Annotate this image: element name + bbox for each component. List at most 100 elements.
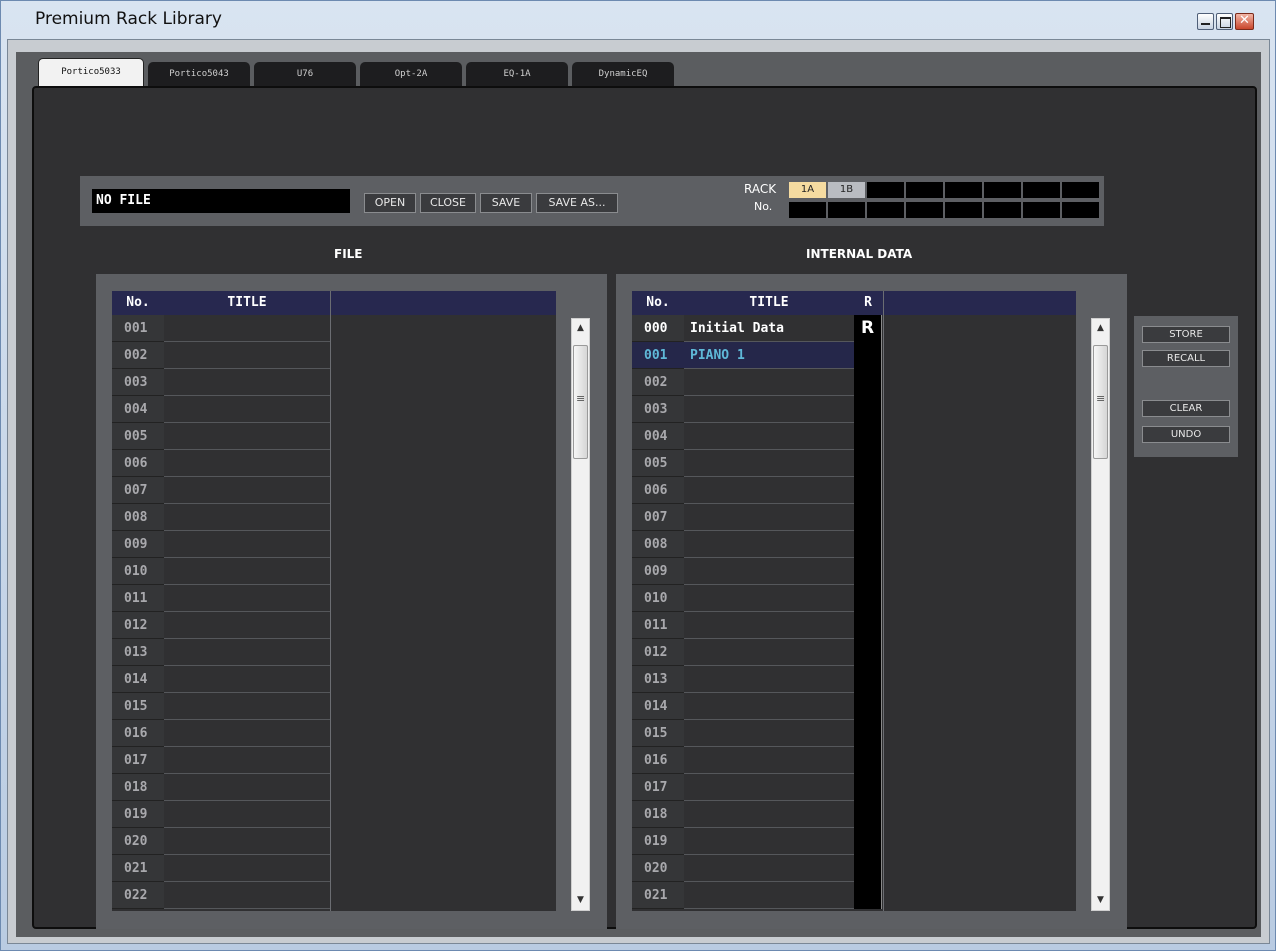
table-row[interactable]: 004: [112, 396, 330, 423]
table-row[interactable]: 018: [632, 801, 883, 828]
table-row[interactable]: 009: [632, 558, 883, 585]
table-row[interactable]: 016: [112, 720, 330, 747]
table-row[interactable]: 015: [632, 720, 883, 747]
table-row[interactable]: 009: [112, 531, 330, 558]
table-row[interactable]: 002: [632, 369, 883, 396]
tab-portico5043[interactable]: Portico5043: [148, 62, 250, 86]
open-button[interactable]: OPEN: [364, 193, 416, 213]
table-row[interactable]: 018: [112, 774, 330, 801]
row-recall-protect[interactable]: [854, 558, 882, 585]
table-row[interactable]: 014: [112, 666, 330, 693]
row-recall-protect[interactable]: [854, 693, 882, 720]
table-row[interactable]: 010: [632, 585, 883, 612]
minimize-icon[interactable]: [1197, 13, 1214, 30]
table-row[interactable]: 008: [112, 504, 330, 531]
row-recall-protect[interactable]: [854, 774, 882, 801]
table-row[interactable]: 021: [112, 855, 330, 882]
table-row[interactable]: 017: [112, 747, 330, 774]
tab-portico5033[interactable]: Portico5033: [38, 58, 144, 88]
rack-slot-1a[interactable]: 1A: [789, 182, 826, 198]
scroll-up-icon[interactable]: ▲: [572, 319, 589, 338]
rack-slot[interactable]: [984, 182, 1021, 198]
table-row[interactable]: 011: [112, 585, 330, 612]
scroll-thumb[interactable]: [1093, 345, 1108, 459]
row-recall-protect[interactable]: [854, 531, 882, 558]
rack-slot[interactable]: [906, 182, 943, 198]
close-icon[interactable]: [1235, 13, 1254, 30]
scroll-down-icon[interactable]: ▼: [1092, 891, 1109, 910]
table-row[interactable]: 007: [112, 477, 330, 504]
internal-data-list[interactable]: No. TITLE R 000 Initial Data R 001 PIANO 1 00…: [632, 291, 1076, 911]
tab-dynamiceq[interactable]: DynamicEQ: [572, 62, 674, 86]
table-row[interactable]: 015: [112, 693, 330, 720]
row-recall-protect[interactable]: [854, 720, 882, 747]
row-recall-protect[interactable]: [854, 423, 882, 450]
store-button[interactable]: STORE: [1142, 326, 1230, 343]
table-row[interactable]: 019: [632, 828, 883, 855]
row-recall-protect[interactable]: [854, 855, 882, 882]
rack-slot[interactable]: [1062, 182, 1099, 198]
tab-u76[interactable]: U76: [254, 62, 356, 86]
table-row[interactable]: 013: [112, 639, 330, 666]
row-recall-protect[interactable]: [854, 396, 882, 423]
table-row[interactable]: 012: [112, 612, 330, 639]
table-row[interactable]: 003: [632, 396, 883, 423]
row-recall-protect[interactable]: [854, 882, 882, 909]
tab-eq-1a[interactable]: EQ-1A: [466, 62, 568, 86]
row-recall-protect[interactable]: [854, 828, 882, 855]
rack-slot[interactable]: [945, 182, 982, 198]
maximize-icon[interactable]: [1216, 13, 1233, 30]
file-scrollbar[interactable]: ▲ ▼: [571, 318, 590, 911]
recall-button[interactable]: RECALL: [1142, 350, 1230, 367]
table-row[interactable]: 000 Initial Data R: [632, 315, 883, 342]
row-recall-protect[interactable]: [854, 450, 882, 477]
table-row[interactable]: 006: [632, 477, 883, 504]
row-recall-protect[interactable]: [854, 477, 882, 504]
table-row[interactable]: 020: [112, 828, 330, 855]
table-row[interactable]: 014: [632, 693, 883, 720]
table-row[interactable]: 016: [632, 747, 883, 774]
table-row[interactable]: 013: [632, 666, 883, 693]
table-row[interactable]: 019: [112, 801, 330, 828]
row-recall-protect[interactable]: [854, 585, 882, 612]
row-recall-protect[interactable]: [854, 639, 882, 666]
table-row[interactable]: 021: [632, 882, 883, 909]
table-row[interactable]: 007: [632, 504, 883, 531]
table-row[interactable]: 005: [632, 450, 883, 477]
tab-opt-2a[interactable]: Opt-2A: [360, 62, 462, 86]
rack-slot[interactable]: [867, 182, 904, 198]
row-recall-protect[interactable]: [854, 666, 882, 693]
row-recall-protect[interactable]: [854, 801, 882, 828]
table-row[interactable]: 002: [112, 342, 330, 369]
file-list[interactable]: No. TITLE 001 002 003 004 005 006 007 008 009 010…: [112, 291, 556, 911]
save-as-button[interactable]: SAVE AS...: [536, 193, 618, 213]
undo-button[interactable]: UNDO: [1142, 426, 1230, 443]
table-row[interactable]: 011: [632, 612, 883, 639]
table-row[interactable]: 001 PIANO 1: [632, 342, 883, 369]
row-recall-protect[interactable]: [854, 369, 882, 396]
close-button[interactable]: CLOSE: [420, 193, 476, 213]
save-button[interactable]: SAVE: [480, 193, 532, 213]
row-recall-protect[interactable]: [854, 342, 882, 369]
clear-button[interactable]: CLEAR: [1142, 400, 1230, 417]
table-row[interactable]: 017: [632, 774, 883, 801]
table-row[interactable]: 001: [112, 315, 330, 342]
internal-scrollbar[interactable]: ▲ ▼: [1091, 318, 1110, 911]
scroll-up-icon[interactable]: ▲: [1092, 319, 1109, 338]
table-row[interactable]: 004: [632, 423, 883, 450]
table-row[interactable]: 012: [632, 639, 883, 666]
row-recall-protect[interactable]: [854, 612, 882, 639]
row-recall-protect[interactable]: [854, 504, 882, 531]
table-row[interactable]: 003: [112, 369, 330, 396]
row-recall-protect[interactable]: R: [854, 315, 882, 342]
row-recall-protect[interactable]: [854, 747, 882, 774]
rack-slot[interactable]: [1023, 182, 1060, 198]
rack-slot-1b[interactable]: 1B: [828, 182, 865, 198]
table-row[interactable]: 020: [632, 855, 883, 882]
table-row[interactable]: 006: [112, 450, 330, 477]
table-row[interactable]: 005: [112, 423, 330, 450]
table-row[interactable]: 008: [632, 531, 883, 558]
table-row[interactable]: 010: [112, 558, 330, 585]
table-row[interactable]: 022: [112, 882, 330, 909]
scroll-down-icon[interactable]: ▼: [572, 891, 589, 910]
